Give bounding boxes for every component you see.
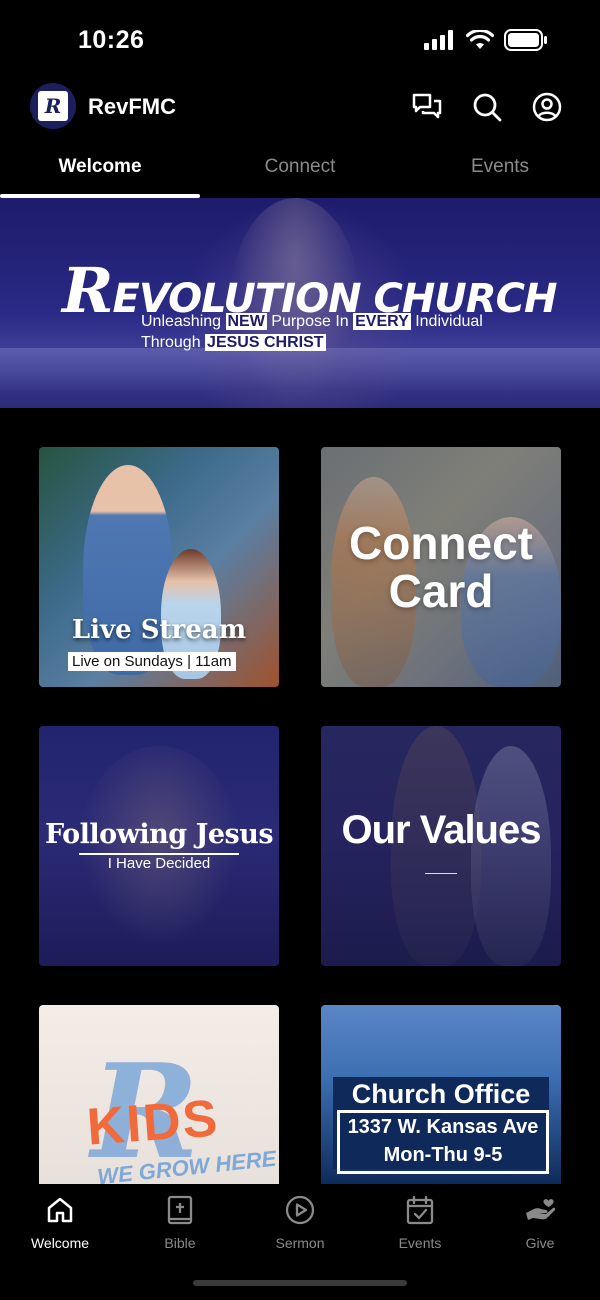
profile-icon[interactable]: [530, 90, 564, 124]
give-icon: [524, 1194, 556, 1226]
hero-tagline-1: Unleashing NEW Purpose In EVERY Individu…: [141, 313, 483, 331]
top-tabs: Welcome Connect Events: [0, 140, 600, 198]
signal-icon: [424, 30, 456, 55]
app-title: RevFMC: [88, 94, 177, 119]
logo-mark: R: [38, 91, 68, 121]
tile-connect-card[interactable]: Connect Card: [321, 447, 561, 687]
calendar-icon: [404, 1194, 436, 1226]
connect-card-title: Connect Card: [321, 519, 561, 615]
following-jesus-subtitle: I Have Decided: [107, 855, 211, 872]
our-values-divider: [425, 873, 457, 874]
church-office-hours: Mon-Thu 9-5: [383, 1144, 503, 1166]
tile-our-values[interactable]: Our Values: [321, 726, 561, 966]
app-header: R RevFMC: [0, 80, 600, 134]
tile-live-stream[interactable]: Live Stream Live on Sundays | 11am: [39, 447, 279, 687]
tile-photo-figure: [471, 746, 551, 966]
hero-tagline-2: Through JESUS CHRIST: [141, 334, 326, 352]
connect-card-line-2: Card: [388, 565, 494, 617]
search-icon[interactable]: [470, 90, 504, 124]
nav-label: Bible: [164, 1235, 196, 1251]
connect-card-line-1: Connect: [349, 517, 533, 569]
status-time: 10:26: [78, 26, 145, 54]
wifi-icon: [465, 28, 495, 55]
church-office-panel: Church Office 1337 W. Kansas Ave Mon-Thu…: [333, 1077, 549, 1174]
church-office-details: 1337 W. Kansas Ave Mon-Thu 9-5: [337, 1110, 549, 1174]
nav-label: Give: [525, 1235, 555, 1251]
nav-label: Events: [398, 1235, 442, 1251]
battery-icon: [504, 29, 548, 56]
home-indicator[interactable]: [193, 1280, 407, 1286]
hero-tagline-text: Through: [141, 334, 206, 351]
tile-church-office[interactable]: Church Office 1337 W. Kansas Ave Mon-Thu…: [321, 1005, 561, 1185]
tab-welcome[interactable]: Welcome: [0, 140, 200, 198]
church-logo[interactable]: R: [30, 83, 76, 129]
home-icon: [44, 1194, 76, 1226]
header-actions: [410, 90, 564, 124]
hero-tagline-text: Unleashing: [141, 313, 226, 330]
kids-title: KIDS: [85, 1089, 222, 1157]
church-office-title: Church Office: [351, 1079, 531, 1109]
nav-label: Sermon: [275, 1235, 325, 1251]
bible-icon: [164, 1194, 196, 1226]
church-office-address: 1337 W. Kansas Ave: [347, 1116, 539, 1138]
status-icons: [424, 28, 548, 56]
tile-kids[interactable]: R KIDS WE GROW HERE: [39, 1005, 279, 1185]
play-icon: [284, 1194, 316, 1226]
chat-icon[interactable]: [410, 90, 444, 124]
nav-give[interactable]: Give: [480, 1184, 600, 1300]
hero-tagline-text: Individual: [410, 313, 483, 330]
hero-tagline-highlight: NEW: [225, 313, 267, 330]
hero-title-first-letter: R: [62, 254, 114, 327]
status-bar: 10:26: [0, 0, 600, 80]
hero-tagline-highlight: EVERY: [353, 313, 411, 330]
tile-following-jesus[interactable]: Following Jesus I Have Decided: [39, 726, 279, 966]
hero-tagline-text: Purpose In: [266, 313, 354, 330]
nav-welcome[interactable]: Welcome: [0, 1184, 120, 1300]
live-stream-subtitle: Live on Sundays | 11am: [68, 652, 236, 671]
live-stream-title: Live Stream: [71, 615, 247, 645]
tab-events[interactable]: Events: [400, 140, 600, 198]
following-jesus-title: Following Jesus: [44, 819, 274, 850]
our-values-title: Our Values: [341, 808, 542, 852]
nav-label: Welcome: [30, 1235, 90, 1251]
tab-connect[interactable]: Connect: [200, 140, 400, 198]
hero-tagline-highlight: JESUS CHRIST: [205, 334, 326, 351]
